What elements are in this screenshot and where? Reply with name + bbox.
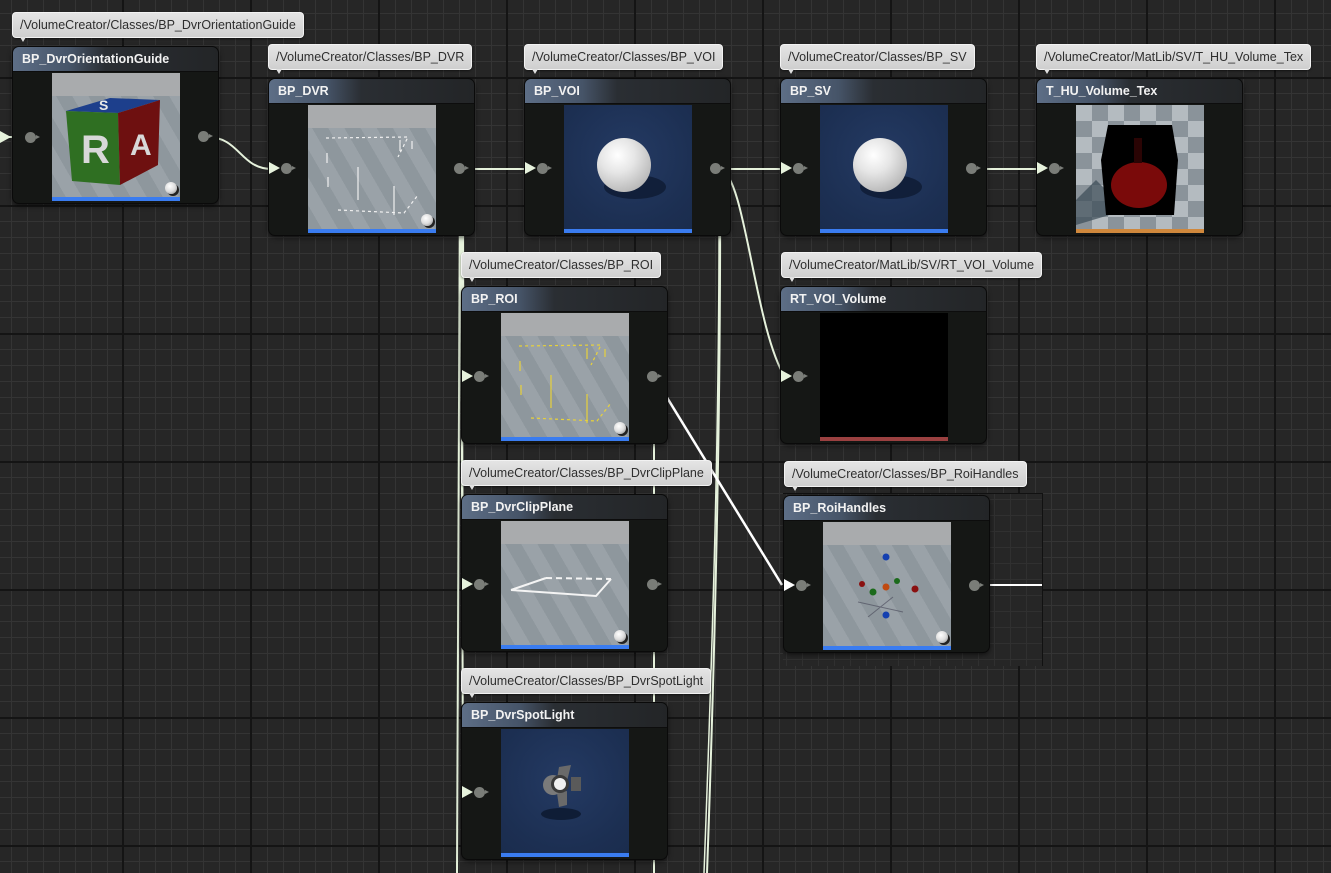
actor-sphere-icon [614,422,626,434]
exec-arrow-icon [462,786,473,798]
node-bp-dvr[interactable]: BP_DVR [269,79,474,235]
node-title: BP_DvrClipPlane [462,495,667,520]
node-t-hu-volume-tex[interactable]: T_HU_Volume_Tex [1037,79,1242,235]
node-path-tag: /VolumeCreator/Classes/BP_DvrOrientation… [12,12,304,42]
node-bp-roi-handles[interactable]: BP_RoiHandles [784,496,989,652]
bounding-box-gizmo-icon [325,136,419,215]
exec-arrow-icon [784,579,795,591]
node-bp-dvr-spot-light[interactable]: BP_DvrSpotLight [462,703,667,859]
input-pin[interactable] [537,163,552,174]
actor-sphere-icon [165,182,177,194]
exec-arrow-icon [462,578,473,590]
asset-thumbnail [823,522,951,650]
cube-face-a: A [130,129,152,162]
clip-plane-icon [510,577,612,598]
node-path-tag: /VolumeCreator/Classes/BP_DvrClipPlane [461,460,712,490]
node-title: BP_SV [781,79,986,104]
node-title: BP_DvrSpotLight [462,703,667,728]
node-bp-sv[interactable]: BP_SV [781,79,986,235]
bounding-box-gizmo-icon [518,344,612,423]
volume-texture-icon [1076,125,1178,225]
node-title: BP_RoiHandles [784,496,989,521]
node-title: RT_VOI_Volume [781,287,986,312]
node-path-tag: /VolumeCreator/Classes/BP_DvrSpotLight [461,668,712,698]
node-path-tag: /VolumeCreator/Classes/BP_DVR [268,44,473,74]
asset-type-bar [1076,229,1204,233]
exec-arrow-icon [525,162,536,174]
asset-type-bar [820,229,948,233]
asset-type-bar [501,437,629,441]
asset-thumbnail [820,105,948,233]
input-pin[interactable] [474,371,489,382]
asset-thumbnail [820,313,948,441]
asset-type-bar [501,645,629,649]
node-title: BP_ROI [462,287,667,312]
exec-arrow-icon [781,162,792,174]
node-bp-roi[interactable]: BP_ROI [462,287,667,443]
input-pin[interactable] [796,580,811,591]
output-pin[interactable] [647,371,662,382]
cube-icon: S R A [66,97,160,185]
actor-sphere-icon [614,630,626,642]
asset-thumbnail [308,105,436,233]
asset-thumbnail [501,729,629,857]
output-pin[interactable] [198,131,213,142]
input-pin[interactable] [474,787,489,798]
node-title: BP_DvrOrientationGuide [13,47,218,72]
output-pin[interactable] [710,163,725,174]
output-pin[interactable] [969,580,984,591]
node-path-tag: /VolumeCreator/Classes/BP_SV [780,44,975,74]
asset-type-bar [501,853,629,857]
node-path-tag: /VolumeCreator/Classes/BP_VOI [524,44,724,74]
node-path-tag: /VolumeCreator/MatLib/SV/T_HU_Volume_Tex [1036,44,1312,74]
node-rt-voi-volume[interactable]: RT_VOI_Volume [781,287,986,443]
input-pin[interactable] [793,163,808,174]
node-title: T_HU_Volume_Tex [1037,79,1242,104]
exec-arrow-icon [1037,162,1048,174]
output-pin[interactable] [966,163,981,174]
exec-arrow-icon [0,131,11,143]
sphere-icon [597,138,651,192]
node-bp-voi[interactable]: BP_VOI [525,79,730,235]
output-pin[interactable] [647,579,662,590]
cube-face-r: R [81,128,110,172]
node-title: BP_VOI [525,79,730,104]
sphere-icon [853,138,907,192]
node-bp-dvr-orientation-guide[interactable]: BP_DvrOrientationGuide S R A [0,47,218,203]
node-bp-dvr-clip-plane[interactable]: BP_DvrClipPlane [462,495,667,651]
actor-sphere-icon [936,631,948,643]
spotlight-icon [541,765,581,820]
asset-type-bar [820,437,948,441]
node-path-tag: /VolumeCreator/MatLib/SV/RT_VOI_Volume [781,252,1043,282]
actor-sphere-icon [421,214,433,226]
output-pin[interactable] [454,163,469,174]
asset-thumbnail [564,105,692,233]
node-path-tag: /VolumeCreator/Classes/BP_RoiHandles [784,461,1027,491]
asset-type-bar [308,229,436,233]
cube-face-s: S [99,97,108,113]
input-pin[interactable] [793,371,808,382]
asset-type-bar [52,197,180,201]
asset-thumbnail [501,313,629,441]
exec-arrow-icon [269,162,280,174]
exec-arrow-icon [462,370,473,382]
input-pin[interactable] [25,132,40,143]
asset-thumbnail: S R A [52,73,180,201]
exec-arrow-icon [781,370,792,382]
asset-type-bar [823,646,951,650]
input-pin[interactable] [474,579,489,590]
asset-thumbnail [501,521,629,649]
input-pin[interactable] [1049,163,1064,174]
node-title: BP_DVR [269,79,474,104]
node-path-tag: /VolumeCreator/Classes/BP_ROI [461,252,662,282]
roi-handles-icon [857,553,919,619]
asset-thumbnail [1076,105,1204,233]
input-pin[interactable] [281,163,296,174]
asset-type-bar [564,229,692,233]
